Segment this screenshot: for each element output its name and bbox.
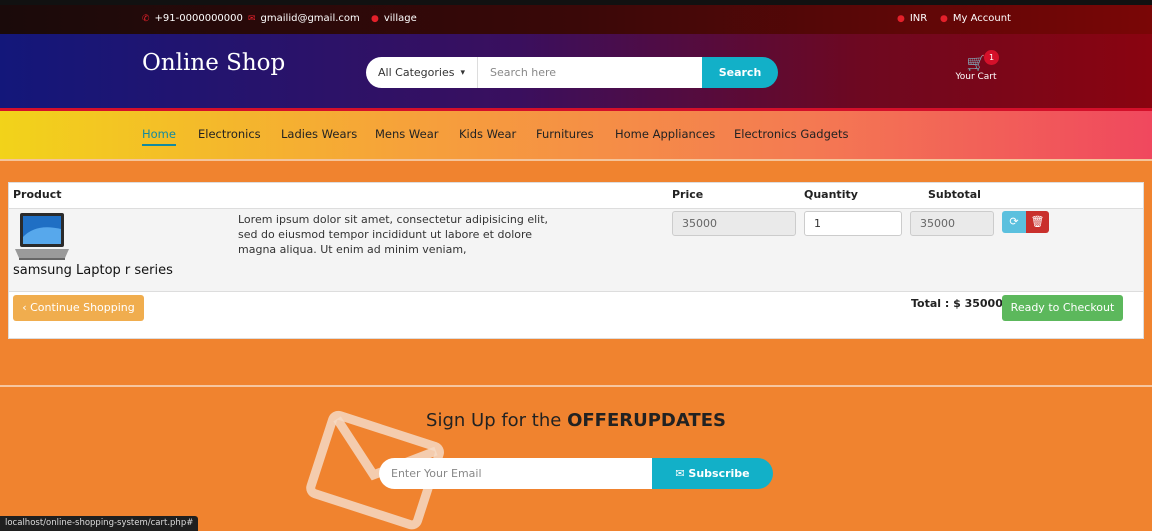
price-field: 35000 [672,211,796,236]
newsletter-title: Sign Up for the OFFERUPDATES [0,410,1152,431]
header-product: Product [13,188,62,201]
nav-electronics-gadgets[interactable]: Electronics Gadgets [734,127,848,141]
newsletter-title-bold: OFFERUPDATES [567,410,726,431]
newsletter-form: ✉ Subscribe [379,458,773,489]
nav-home[interactable]: Home [142,127,176,146]
quantity-input[interactable]: 1 [804,211,902,236]
cart-table: Product Price Quantity Subtotal samsung … [8,182,1144,339]
continue-shopping-button[interactable]: ‹ Continue Shopping [13,295,144,321]
cart-count-badge: 1 [984,50,999,65]
nav-home-appliances[interactable]: Home Appliances [615,127,715,141]
subtotal-field: 35000 [910,211,994,236]
header-quantity: Quantity [804,188,858,201]
location-contact[interactable]: ● village [371,13,417,24]
newsletter-email-input[interactable] [379,458,652,489]
category-select[interactable]: All Categories ▾ [366,57,478,88]
my-account-text: My Account [952,13,1011,24]
nav-mens-wear[interactable]: Mens Wear [375,127,438,141]
my-account-link[interactable]: ● My Account [940,13,1011,24]
search-bar: All Categories ▾ Search [366,57,778,88]
product-name[interactable]: samsung Laptop r series [13,263,173,278]
cart-label: Your Cart [955,72,997,82]
search-button[interactable]: Search [702,57,778,88]
browser-status-url: localhost/online-shopping-system/cart.ph… [0,516,199,531]
chevron-down-icon: ▾ [460,67,465,78]
nav-ladies-wears[interactable]: Ladies Wears [281,127,357,141]
map-marker-icon: ● [371,13,379,24]
nav-divider [0,159,1152,161]
top-bar: ✆ +91-0000000000 ✉ gmailid@gmail.com ● v… [0,0,1152,34]
newsletter-title-prefix: Sign Up for the [426,410,568,431]
delete-button[interactable]: 🗑 [1026,211,1049,233]
nav-electronics[interactable]: Electronics [198,127,261,141]
email-text: gmailid@gmail.com [260,13,360,24]
envelope-small-icon: ✉ [675,467,685,480]
nav-furnitures[interactable]: Furnitures [536,127,594,141]
header-price: Price [672,188,704,201]
site-logo[interactable]: Online Shop [142,50,285,76]
update-button[interactable]: ⟳ [1002,211,1026,233]
phone-contact[interactable]: ✆ +91-0000000000 [142,13,243,24]
refresh-icon: ⟳ [1009,215,1019,228]
cart-total: Total : $ 35000 [911,297,1003,310]
location-text: village [383,13,417,24]
email-contact[interactable]: ✉ gmailid@gmail.com [248,13,360,24]
product-thumbnail[interactable] [14,211,70,263]
checkout-button[interactable]: Ready to Checkout [1002,295,1123,321]
trash-icon: 🗑 [1030,215,1045,228]
category-value: All Categories [378,66,455,79]
header-subtotal: Subtotal [928,188,981,201]
envelope-icon: ✉ [248,13,256,24]
subscribe-button[interactable]: ✉ Subscribe [652,458,773,489]
currency-selector[interactable]: ● INR [897,13,927,24]
product-description: Lorem ipsum dolor sit amet, consectetur … [238,213,549,256]
currency-text: INR [909,13,928,24]
cart-link[interactable]: 🛒 1 Your Cart [950,50,1002,82]
subscribe-label: Subscribe [688,467,750,480]
phone-icon: ✆ [142,13,150,24]
user-icon: ● [940,13,948,24]
phone-text: +91-0000000000 [154,13,243,24]
currency-icon: ● [897,13,905,24]
main-nav: Home Electronics Ladies Wears Mens Wear … [0,111,1152,159]
search-input[interactable] [478,57,702,88]
section-divider [0,385,1152,387]
header: Online Shop All Categories ▾ Search 🛒 1 … [0,34,1152,111]
nav-kids-wear[interactable]: Kids Wear [459,127,516,141]
